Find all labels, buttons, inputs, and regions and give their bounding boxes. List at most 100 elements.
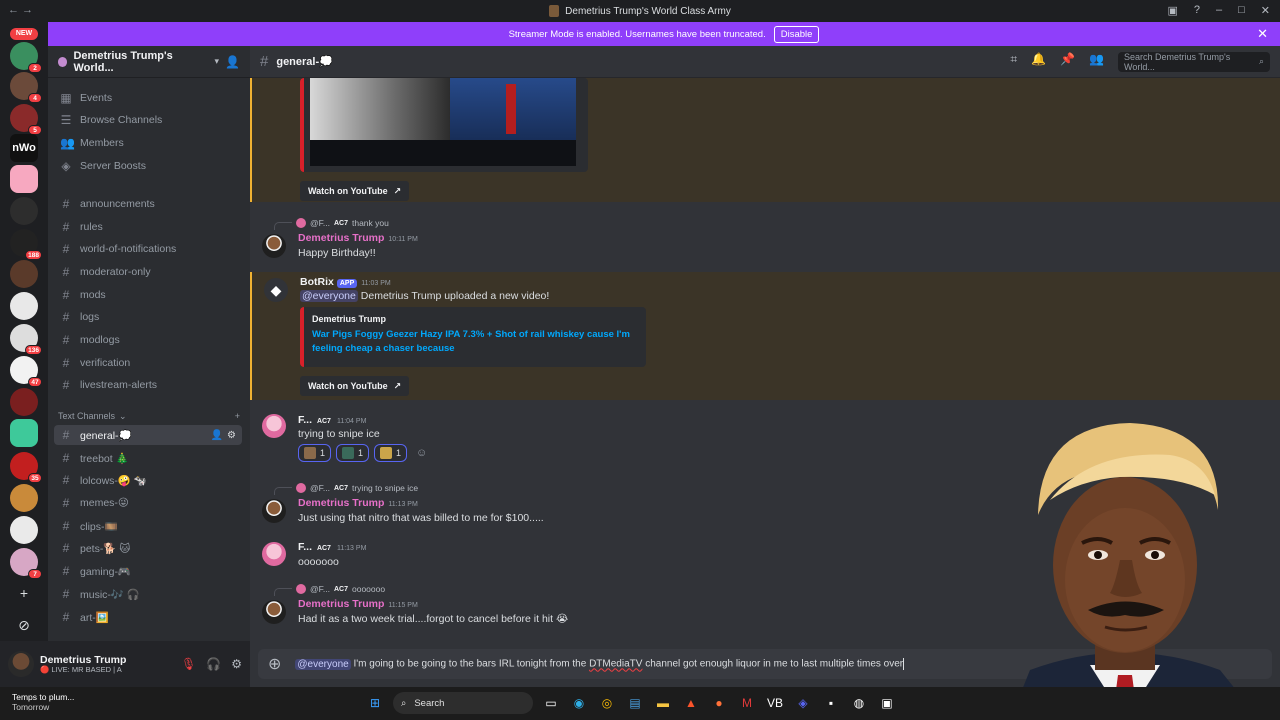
author-name[interactable]: F... <box>298 414 312 426</box>
reply-preview[interactable]: @F... AC7 ooooooo <box>274 582 385 596</box>
reaction[interactable]: 1 <box>298 444 332 462</box>
mic-muted-icon[interactable]: 🎙 <box>181 657 196 671</box>
channel-modlogs[interactable]: # modlogs <box>54 330 242 350</box>
misspelled-word[interactable]: DTMediaTV <box>589 659 642 670</box>
bell-icon[interactable]: 🔔 <box>1031 52 1046 72</box>
category-text-channels[interactable]: Text Channels ⌄ + <box>58 411 240 422</box>
author-name[interactable]: BotRix <box>300 276 334 288</box>
brave-icon[interactable]: ▲ <box>681 693 701 713</box>
invite-icon[interactable]: 👤 <box>211 430 223 441</box>
firefox-icon[interactable]: ● <box>709 693 729 713</box>
app-icon[interactable]: ▣ <box>877 693 897 713</box>
explore-icon[interactable]: ⊘ <box>14 615 34 635</box>
members-icon[interactable]: 👥 <box>1089 52 1104 72</box>
channel-logs[interactable]: # logs <box>54 307 242 327</box>
server-icon[interactable]: nWo <box>10 134 38 162</box>
server-icon[interactable]: 4 <box>10 72 42 103</box>
help-icon[interactable]: ? <box>1194 4 1200 17</box>
server-icon[interactable] <box>10 165 38 193</box>
embed-author[interactable]: Demetrius Trump <box>312 314 386 324</box>
weather-widget[interactable]: Temps to plum... Tomorrow <box>12 692 74 712</box>
server-icon[interactable]: 5 <box>10 104 42 135</box>
channel-treebot[interactable]: # treebot 🎄 <box>54 448 242 468</box>
video-thumbnail[interactable] <box>310 78 576 166</box>
video-embed[interactable] <box>300 78 588 172</box>
server-icon[interactable]: 188 <box>10 229 42 260</box>
channel-gaming[interactable]: # gaming-🎮 <box>54 561 242 581</box>
discord-icon[interactable]: ◈ <box>793 693 813 713</box>
server-icon[interactable] <box>10 516 38 544</box>
gear-icon[interactable]: ⚙ <box>227 430 236 441</box>
sidebar-item-browse[interactable]: ☰ Browse Channels <box>54 110 242 130</box>
channel-lolcows[interactable]: # lolcows-🤪 🐄 <box>54 470 242 490</box>
server-icon[interactable] <box>10 292 38 320</box>
headphones-icon[interactable]: 🎧 <box>206 657 221 671</box>
server-icon[interactable]: 35 <box>10 452 42 483</box>
search-input[interactable]: Search Demetrius Trump's World... ⌕ <box>1118 51 1270 72</box>
gear-icon[interactable]: ⚙ <box>231 657 242 671</box>
server-icon[interactable]: 136 <box>10 324 42 355</box>
channel-livestream-alerts[interactable]: # livestream-alerts <box>54 375 242 395</box>
watch-youtube-button[interactable]: Watch on YouTube ↗ <box>300 181 410 201</box>
back-forward-icons[interactable]: ← → <box>8 4 33 16</box>
task-view-icon[interactable]: ▭ <box>541 693 561 713</box>
channel-general[interactable]: # general-💭 👤 ⚙ <box>54 425 242 445</box>
author-name[interactable]: Demetrius Trump <box>298 598 384 610</box>
server-icon[interactable] <box>10 388 38 416</box>
avatar[interactable] <box>262 600 286 624</box>
channel-pets[interactable]: # pets-🐕 🐱 <box>54 538 242 558</box>
sidebar-item-events[interactable]: ▦ Events <box>54 88 242 108</box>
channel-announcements[interactable]: # announcements <box>54 194 242 214</box>
chrome-icon[interactable]: ◎ <box>597 693 617 713</box>
add-member-icon[interactable]: 👤 <box>225 55 240 69</box>
channel-moderator-only[interactable]: # moderator-only <box>54 262 242 282</box>
server-icon[interactable]: 7 <box>10 548 42 579</box>
close-icon[interactable]: ✕ <box>1257 26 1268 42</box>
mention[interactable]: @everyone <box>300 290 358 302</box>
minimize-icon[interactable]: – <box>1216 4 1222 17</box>
maximize-icon[interactable]: □ <box>1238 4 1245 17</box>
avatar[interactable] <box>262 234 286 258</box>
disable-button[interactable]: Disable <box>773 25 820 43</box>
server-header[interactable]: Demetrius Trump's World... ▾ 👤 <box>48 46 250 78</box>
avatar[interactable] <box>262 542 286 566</box>
add-channel-icon[interactable]: + <box>235 411 240 422</box>
server-icon[interactable]: 2 <box>10 42 42 73</box>
watch-youtube-button[interactable]: Watch on YouTube ↗ <box>300 376 410 396</box>
server-icon[interactable]: 47 <box>10 356 42 387</box>
channel-mods[interactable]: # mods <box>54 285 242 305</box>
reply-preview[interactable]: @F... AC7 thank you <box>274 216 389 230</box>
channel-music[interactable]: # music-🎶 🎧 <box>54 584 242 604</box>
server-icon[interactable] <box>10 419 38 447</box>
app-icon[interactable]: VB <box>765 693 785 713</box>
obs-icon[interactable]: ◍ <box>849 693 869 713</box>
server-icon[interactable] <box>10 484 38 512</box>
terminal-icon[interactable]: ▪ <box>821 693 841 713</box>
taskbar-search[interactable]: ⌕ Search <box>393 692 533 714</box>
pin-icon[interactable]: 📌 <box>1060 52 1075 72</box>
start-icon[interactable]: ⊞ <box>365 693 385 713</box>
edge-icon[interactable]: ◉ <box>569 693 589 713</box>
author-name[interactable]: Demetrius Trump <box>298 232 384 244</box>
user-info[interactable]: Demetrius Trump 🔴 LIVE: MR BASED | A <box>40 654 126 675</box>
embed-title-link[interactable]: War Pigs Foggy Geezer Hazy IPA 7.3% + Sh… <box>312 328 642 357</box>
reply-preview[interactable]: @F... AC7 trying to snipe ice <box>274 481 418 495</box>
channel-world-of-notifications[interactable]: # world-of-notifications <box>54 239 242 259</box>
channel-art[interactable]: # art-🖼️ <box>54 607 242 627</box>
close-window-icon[interactable]: ✕ <box>1261 4 1270 17</box>
server-icon[interactable] <box>10 260 38 288</box>
server-icon[interactable] <box>10 197 38 225</box>
sidebar-item-boosts[interactable]: ◈ Server Boosts <box>54 156 242 176</box>
add-server-icon[interactable]: + <box>14 583 34 603</box>
explorer-icon[interactable]: ▬ <box>653 693 673 713</box>
author-name[interactable]: Demetrius Trump <box>298 497 384 509</box>
bot-avatar[interactable]: ◆ <box>264 278 288 302</box>
channel-memes[interactable]: # memes-😜 <box>54 493 242 513</box>
channel-clips[interactable]: # clips-🎞️ <box>54 516 242 536</box>
reaction[interactable]: 1 <box>336 444 370 462</box>
avatar[interactable] <box>262 414 286 438</box>
add-attachment-icon[interactable]: ⊕ <box>268 654 281 674</box>
author-name[interactable]: F... <box>298 541 312 553</box>
inbox-icon[interactable]: ▣ <box>1167 4 1177 17</box>
channel-rules[interactable]: # rules <box>54 217 242 237</box>
